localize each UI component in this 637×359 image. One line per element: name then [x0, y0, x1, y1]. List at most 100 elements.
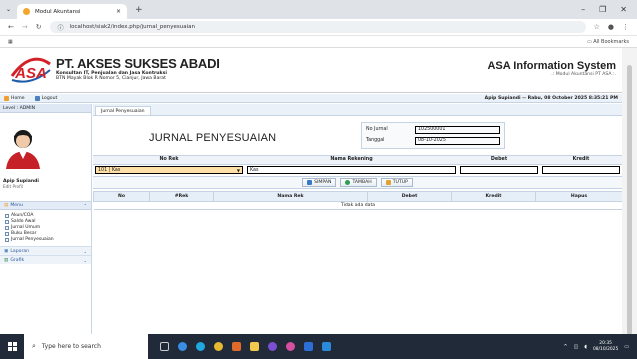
chevron-down-icon: ▼ — [236, 167, 240, 173]
tanggal-label: Tanggal — [366, 138, 385, 143]
col-no: No — [93, 191, 150, 202]
scrollbar-thumb[interactable] — [627, 65, 632, 335]
task-view-icon[interactable] — [160, 342, 169, 351]
no-rek-select[interactable]: 101 | Kas ▼ — [95, 166, 243, 175]
expand-icon[interactable]: ⌄ — [84, 258, 87, 263]
simpan-button[interactable]: SIMPAN — [302, 178, 337, 187]
user-datetime: Apip Supiandi -- Rabu, 08 October 2025 8… — [484, 95, 618, 101]
maximize-icon[interactable]: ❐ — [599, 5, 606, 14]
page-icon — [5, 232, 9, 236]
save-icon — [307, 180, 313, 185]
tab-title: Modul Akuntansi — [35, 8, 81, 15]
collapse-icon[interactable]: ⌃ — [84, 203, 87, 208]
no-rek-selected-value: 101 | Kas — [98, 167, 121, 173]
forward-icon[interactable]: → — [22, 23, 28, 31]
browser-menu-icon[interactable]: ⋮ — [622, 23, 629, 31]
volume-icon[interactable]: ◖ — [584, 344, 587, 350]
kredit-header: Kredit — [540, 156, 622, 165]
url-field[interactable]: ⓘ localhost/siak2/index.php/jurnal_penye… — [49, 21, 586, 33]
profile-icon[interactable]: ● — [608, 23, 614, 31]
taskbar-clock[interactable]: 20:35 08/10/2025 — [593, 341, 618, 353]
minimize-icon[interactable]: – — [581, 5, 585, 14]
avatar — [0, 123, 46, 169]
search-icon: ⌕ — [32, 342, 36, 350]
kredit-input[interactable] — [542, 166, 620, 175]
tab-list-chevron-icon[interactable]: ⌄ — [6, 6, 11, 13]
chrome-icon[interactable] — [214, 342, 223, 351]
apps-grid-icon[interactable]: ▦ — [8, 39, 13, 45]
browser-tabbar: ⌄ Modul Akuntansi × + – ❐ ✕ — [0, 0, 637, 19]
tutup-button[interactable]: TUTUP — [380, 178, 413, 187]
back-icon[interactable]: ← — [8, 23, 14, 31]
app-icon-1[interactable] — [178, 342, 187, 351]
address-bar-row: ← → ↻ ⓘ localhost/siak2/index.php/jurnal… — [0, 19, 637, 36]
menu-header-label: Menu — [10, 203, 23, 208]
all-bookmarks-label: All Bookmarks — [593, 38, 629, 45]
tambah-button[interactable]: TAMBAH — [340, 178, 377, 187]
tanggal-field[interactable]: 08-10-2025 — [415, 136, 500, 145]
grafik-panel-header[interactable]: ▥ Grafik ⌄ — [0, 255, 91, 264]
reload-icon[interactable]: ↻ — [36, 23, 42, 31]
nama-rekening-input[interactable]: Kas — [247, 166, 456, 175]
tab-jurnal-penyesuaian[interactable]: Jurnal Penyesuaian — [95, 106, 151, 115]
system-subtitle: .: Modul Akuntansi PT ASA :. — [551, 72, 616, 77]
company-name: PT. AKSES SUKSES ABADI — [56, 56, 220, 71]
logout-link[interactable]: Logout — [34, 95, 57, 101]
url-text: localhost/siak2/index.php/jurnal_penyesu… — [69, 24, 196, 30]
app-icon-2[interactable] — [196, 342, 205, 351]
entry-table: No Rek Nama Rekening Debet Kredit 101 | … — [93, 156, 622, 176]
network-icon[interactable]: ◫ — [574, 344, 579, 350]
start-button[interactable] — [0, 334, 24, 359]
level-label: Level : ADMIN — [0, 104, 91, 113]
vscode-icon[interactable] — [322, 342, 331, 351]
action-buttons: SIMPAN TAMBAH TUTUP — [93, 176, 622, 189]
debet-input[interactable] — [460, 166, 538, 175]
home-link[interactable]: Home — [4, 95, 25, 101]
sidebar-item-jurnal-penyesuaian[interactable]: Jurnal Penyesuaian — [5, 237, 86, 243]
file-explorer-icon[interactable] — [250, 342, 259, 351]
app-icon-3[interactable] — [232, 342, 241, 351]
menu-panel-header[interactable]: ▤ Menu ⌃ — [0, 201, 91, 210]
no-jurnal-label: No Jurnal — [366, 127, 388, 132]
search-placeholder: Type here to search — [41, 343, 101, 350]
browser-tab[interactable]: Modul Akuntansi × — [17, 4, 128, 19]
clock-date: 08/10/2025 — [592, 346, 619, 352]
page-scrollbar[interactable] — [622, 48, 637, 335]
laporan-panel-header[interactable]: ▣ Laporan ⌄ — [0, 246, 91, 255]
bookmarks-bar: ▦ ▭ All Bookmarks — [0, 36, 637, 48]
app-icon-5[interactable] — [286, 342, 295, 351]
all-bookmarks-button[interactable]: ▭ All Bookmarks — [587, 39, 629, 45]
expand-icon[interactable]: ⌄ — [84, 249, 87, 254]
sidebar: Level : ADMIN Apip Supiandi Edit Profil … — [0, 104, 92, 334]
logo-text: ASA — [14, 65, 47, 82]
new-tab-icon[interactable]: + — [135, 5, 143, 15]
report-icon: ▣ — [4, 248, 9, 254]
app-icon-4[interactable] — [268, 342, 277, 351]
app-icon-6[interactable] — [304, 342, 313, 351]
page-icon — [5, 220, 9, 224]
window-close-icon[interactable]: ✕ — [620, 5, 627, 14]
taskbar-search[interactable]: ⌕ Type here to search — [24, 334, 148, 359]
company-address: BTN Mayak Blok R Nomor 5, Cianjur, Jawa … — [56, 76, 166, 81]
col-debet: Debet — [367, 191, 452, 202]
add-icon — [345, 180, 351, 185]
site-info-icon[interactable]: ⓘ — [58, 23, 64, 32]
content-tabstrip: Jurnal Penyesuaian — [93, 104, 622, 116]
simpan-label: SIMPAN — [314, 180, 332, 185]
tray-chevron-icon[interactable]: ^ — [563, 344, 567, 350]
grafik-label: Grafik — [10, 257, 25, 263]
no-rek-header: No Rek — [93, 156, 245, 165]
bookmark-star-icon[interactable]: ☆ — [594, 23, 600, 31]
page-icon — [5, 214, 9, 218]
edit-profile-link[interactable]: Edit Profil — [0, 184, 91, 189]
page-icon — [5, 226, 9, 230]
debet-header: Debet — [458, 156, 540, 165]
notifications-icon[interactable]: ▭ — [624, 344, 629, 350]
no-jurnal-field[interactable]: 102500001 — [415, 125, 500, 134]
sidebar-item-label: Jurnal Penyesuaian — [11, 237, 54, 242]
page-title: JURNAL PENYESUAIAN — [149, 132, 277, 144]
close-tab-icon[interactable]: × — [116, 8, 121, 15]
empty-message: Tidak ada data — [93, 201, 623, 210]
main-content: Jurnal Penyesuaian JURNAL PENYESUAIAN No… — [93, 104, 623, 334]
company-logo-icon: ASA — [10, 57, 51, 83]
